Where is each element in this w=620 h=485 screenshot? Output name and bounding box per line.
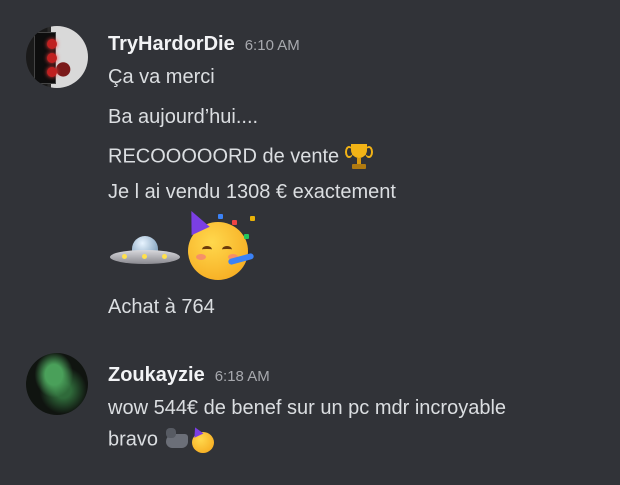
username[interactable]: Zoukayzie bbox=[108, 364, 205, 387]
username[interactable]: TryHardorDie bbox=[108, 33, 235, 56]
message-line: Ça va merci bbox=[108, 66, 215, 88]
message-line-with-emoji: RECOOOOORD de vente bbox=[108, 144, 374, 170]
partying-face-icon bbox=[182, 206, 260, 282]
trophy-icon bbox=[345, 144, 374, 170]
timestamp[interactable]: 6:18 AM bbox=[215, 368, 270, 385]
message-line: wow 544€ de benef sur un pc mdr incroyab… bbox=[108, 397, 507, 419]
avatar[interactable] bbox=[26, 26, 88, 88]
message-line-with-emoji: bravo bbox=[108, 425, 218, 453]
message-line: Achat à 764 bbox=[108, 296, 215, 318]
message-text: RECOOOOORD de vente bbox=[108, 145, 340, 168]
message-line: Je l ai vendu 1308 € exactement bbox=[108, 181, 396, 203]
message-header: TryHardorDie 6:10 AM bbox=[108, 33, 300, 56]
message-header: Zoukayzie 6:18 AM bbox=[108, 364, 270, 387]
flexed-biceps-icon bbox=[164, 428, 190, 452]
partying-face-icon bbox=[190, 425, 218, 453]
timestamp[interactable]: 6:10 AM bbox=[245, 37, 300, 54]
message-text: bravo bbox=[108, 428, 159, 451]
ufo-icon bbox=[108, 232, 182, 272]
avatar[interactable] bbox=[26, 353, 88, 415]
message-line: Ba aujourd’hui.... bbox=[108, 106, 259, 128]
